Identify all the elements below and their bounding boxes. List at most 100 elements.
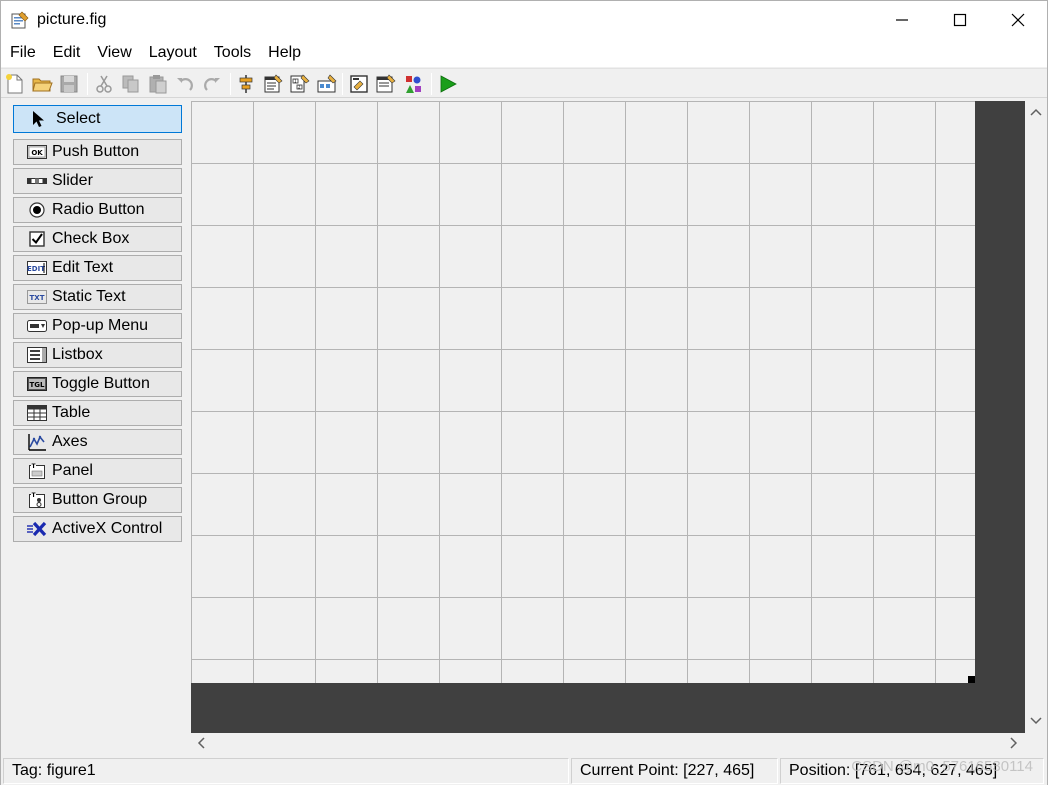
palette-slider[interactable]: Slider xyxy=(13,168,182,194)
palette-label: Radio Button xyxy=(52,201,145,218)
scroll-left-arrow[interactable] xyxy=(194,736,208,750)
minimize-button[interactable] xyxy=(873,1,931,39)
palette-toggle-button[interactable]: TGL Toggle Button xyxy=(13,371,182,397)
palette-listbox[interactable]: Listbox xyxy=(13,342,182,368)
toolbar: 12 xyxy=(1,68,1047,98)
palette-label: Pop-up Menu xyxy=(52,317,149,334)
panel-icon: T xyxy=(27,462,47,480)
menu-help[interactable]: Help xyxy=(259,39,309,67)
activex-icon xyxy=(27,520,47,538)
editor-icon[interactable] xyxy=(348,73,370,95)
scroll-up-arrow[interactable] xyxy=(1029,105,1043,119)
scroll-down-arrow[interactable] xyxy=(1029,714,1043,728)
palette-label: Check Box xyxy=(52,230,130,247)
figure-resize-handle[interactable] xyxy=(968,676,975,683)
save-icon[interactable] xyxy=(58,73,80,95)
horizontal-scrollbar[interactable] xyxy=(191,733,1025,753)
minimize-icon xyxy=(896,19,908,21)
palette-table[interactable]: Table xyxy=(13,400,182,426)
chevron-down-icon xyxy=(1030,717,1042,725)
toolbar-separator xyxy=(87,73,88,95)
button-group-icon: T xyxy=(27,491,47,509)
menu-editor-icon[interactable] xyxy=(262,73,284,95)
cursor-icon xyxy=(29,110,49,128)
guide-window: picture.fig File Edit View Layout Tools … xyxy=(0,0,1048,785)
menu-view[interactable]: View xyxy=(88,39,139,67)
vertical-scrollbar[interactable] xyxy=(1025,101,1047,733)
palette-label: Static Text xyxy=(52,288,126,305)
chevron-up-icon xyxy=(1030,108,1042,116)
svg-text:OK: OK xyxy=(31,149,43,157)
menu-layout[interactable]: Layout xyxy=(140,39,205,67)
cut-icon[interactable] xyxy=(93,73,115,95)
toolbar-separator xyxy=(342,73,343,95)
static-text-icon: TXT xyxy=(27,288,47,306)
palette-label: Panel xyxy=(52,462,93,479)
toggle-button-icon: TGL xyxy=(27,375,47,393)
palette-button-group[interactable]: T Button Group xyxy=(13,487,182,513)
status-tag: Tag: figure1 xyxy=(3,758,569,784)
palette-activex-control[interactable]: ActiveX Control xyxy=(13,516,182,542)
listbox-icon xyxy=(27,346,47,364)
close-icon xyxy=(1011,13,1025,27)
palette-axes[interactable]: Axes xyxy=(13,429,182,455)
svg-text:EDIT: EDIT xyxy=(27,265,45,273)
svg-text:TXT: TXT xyxy=(30,294,45,302)
run-icon[interactable] xyxy=(437,73,459,95)
palette-panel[interactable]: T Panel xyxy=(13,458,182,484)
edit-text-icon: EDIT xyxy=(27,259,47,277)
align-icon[interactable] xyxy=(235,73,257,95)
maximize-icon xyxy=(953,13,967,27)
copy-icon[interactable] xyxy=(120,73,142,95)
status-current-point: Current Point: [227, 465] xyxy=(571,758,778,784)
palette-label: Push Button xyxy=(52,143,140,160)
title-bar: picture.fig xyxy=(1,1,1047,39)
svg-text:TGL: TGL xyxy=(30,381,46,389)
palette-select[interactable]: Select xyxy=(13,105,182,133)
palette-popup-menu[interactable]: Pop-up Menu xyxy=(13,313,182,339)
palette-label: Table xyxy=(52,404,91,421)
menu-edit[interactable]: Edit xyxy=(44,39,89,67)
palette-label: Button Group xyxy=(52,491,148,508)
paste-icon[interactable] xyxy=(147,73,169,95)
palette-label: Listbox xyxy=(52,346,103,363)
check-box-icon xyxy=(27,230,47,248)
object-browser-icon[interactable] xyxy=(402,73,424,95)
open-folder-icon[interactable] xyxy=(31,73,53,95)
layout-area[interactable] xyxy=(191,101,1025,733)
palette-label: Toggle Button xyxy=(52,375,150,392)
palette-check-box[interactable]: Check Box xyxy=(13,226,182,252)
redo-icon[interactable] xyxy=(201,73,223,95)
undo-icon[interactable] xyxy=(174,73,196,95)
menu-file[interactable]: File xyxy=(1,39,44,67)
watermark: CSDN @m0_57616530114 xyxy=(851,758,1033,775)
palette-label: Select xyxy=(56,110,101,127)
close-button[interactable] xyxy=(989,1,1047,39)
axes-icon xyxy=(27,433,47,451)
toolbar-separator xyxy=(431,73,432,95)
slider-icon xyxy=(27,172,47,190)
figure-canvas[interactable] xyxy=(191,101,975,683)
palette-label: Edit Text xyxy=(52,259,114,276)
palette-edit-text[interactable]: EDIT Edit Text xyxy=(13,255,182,281)
palette-push-button[interactable]: OK Push Button xyxy=(13,139,182,165)
chevron-left-icon xyxy=(197,737,205,749)
scroll-right-arrow[interactable] xyxy=(1007,736,1021,750)
window-title: picture.fig xyxy=(37,11,107,28)
tab-order-icon[interactable]: 12 xyxy=(289,73,311,95)
toolbar-editor-icon[interactable] xyxy=(316,73,338,95)
popup-menu-icon xyxy=(27,317,47,335)
toolbar-separator xyxy=(230,73,231,95)
palette-radio-button[interactable]: Radio Button xyxy=(13,197,182,223)
push-button-icon: OK xyxy=(27,143,47,161)
fig-file-icon xyxy=(11,11,29,29)
radio-button-icon xyxy=(27,201,47,219)
property-inspector-icon[interactable] xyxy=(375,73,397,95)
palette-static-text[interactable]: TXT Static Text xyxy=(13,284,182,310)
table-icon xyxy=(27,404,47,422)
menu-tools[interactable]: Tools xyxy=(205,39,259,67)
new-file-icon[interactable] xyxy=(4,73,26,95)
palette-label: ActiveX Control xyxy=(52,520,163,537)
maximize-button[interactable] xyxy=(931,1,989,39)
palette-label: Axes xyxy=(52,433,88,450)
